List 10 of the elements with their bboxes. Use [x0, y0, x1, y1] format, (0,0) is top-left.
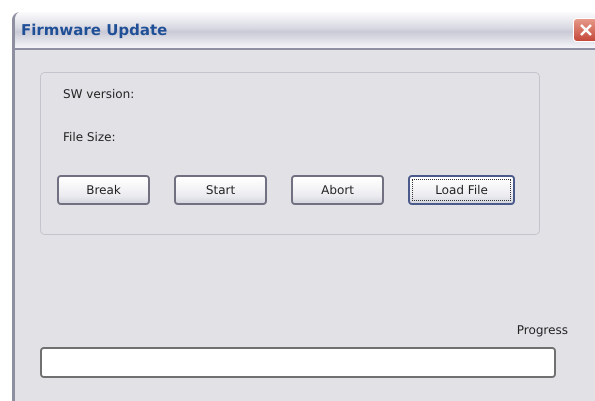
dialog-button[interactable]: Abort — [291, 175, 384, 205]
info-label: File Size: — [63, 130, 117, 146]
info-label: SW version: — [63, 87, 136, 103]
close-button[interactable] — [573, 18, 595, 42]
dialog-button[interactable]: Start — [174, 175, 268, 205]
dialog-button[interactable]: Break — [57, 175, 150, 205]
progress-label: Progress — [516, 323, 568, 337]
window-title: Firmware Update — [21, 21, 168, 39]
dialog-button[interactable]: Load File — [408, 175, 515, 205]
close-icon — [578, 23, 592, 37]
